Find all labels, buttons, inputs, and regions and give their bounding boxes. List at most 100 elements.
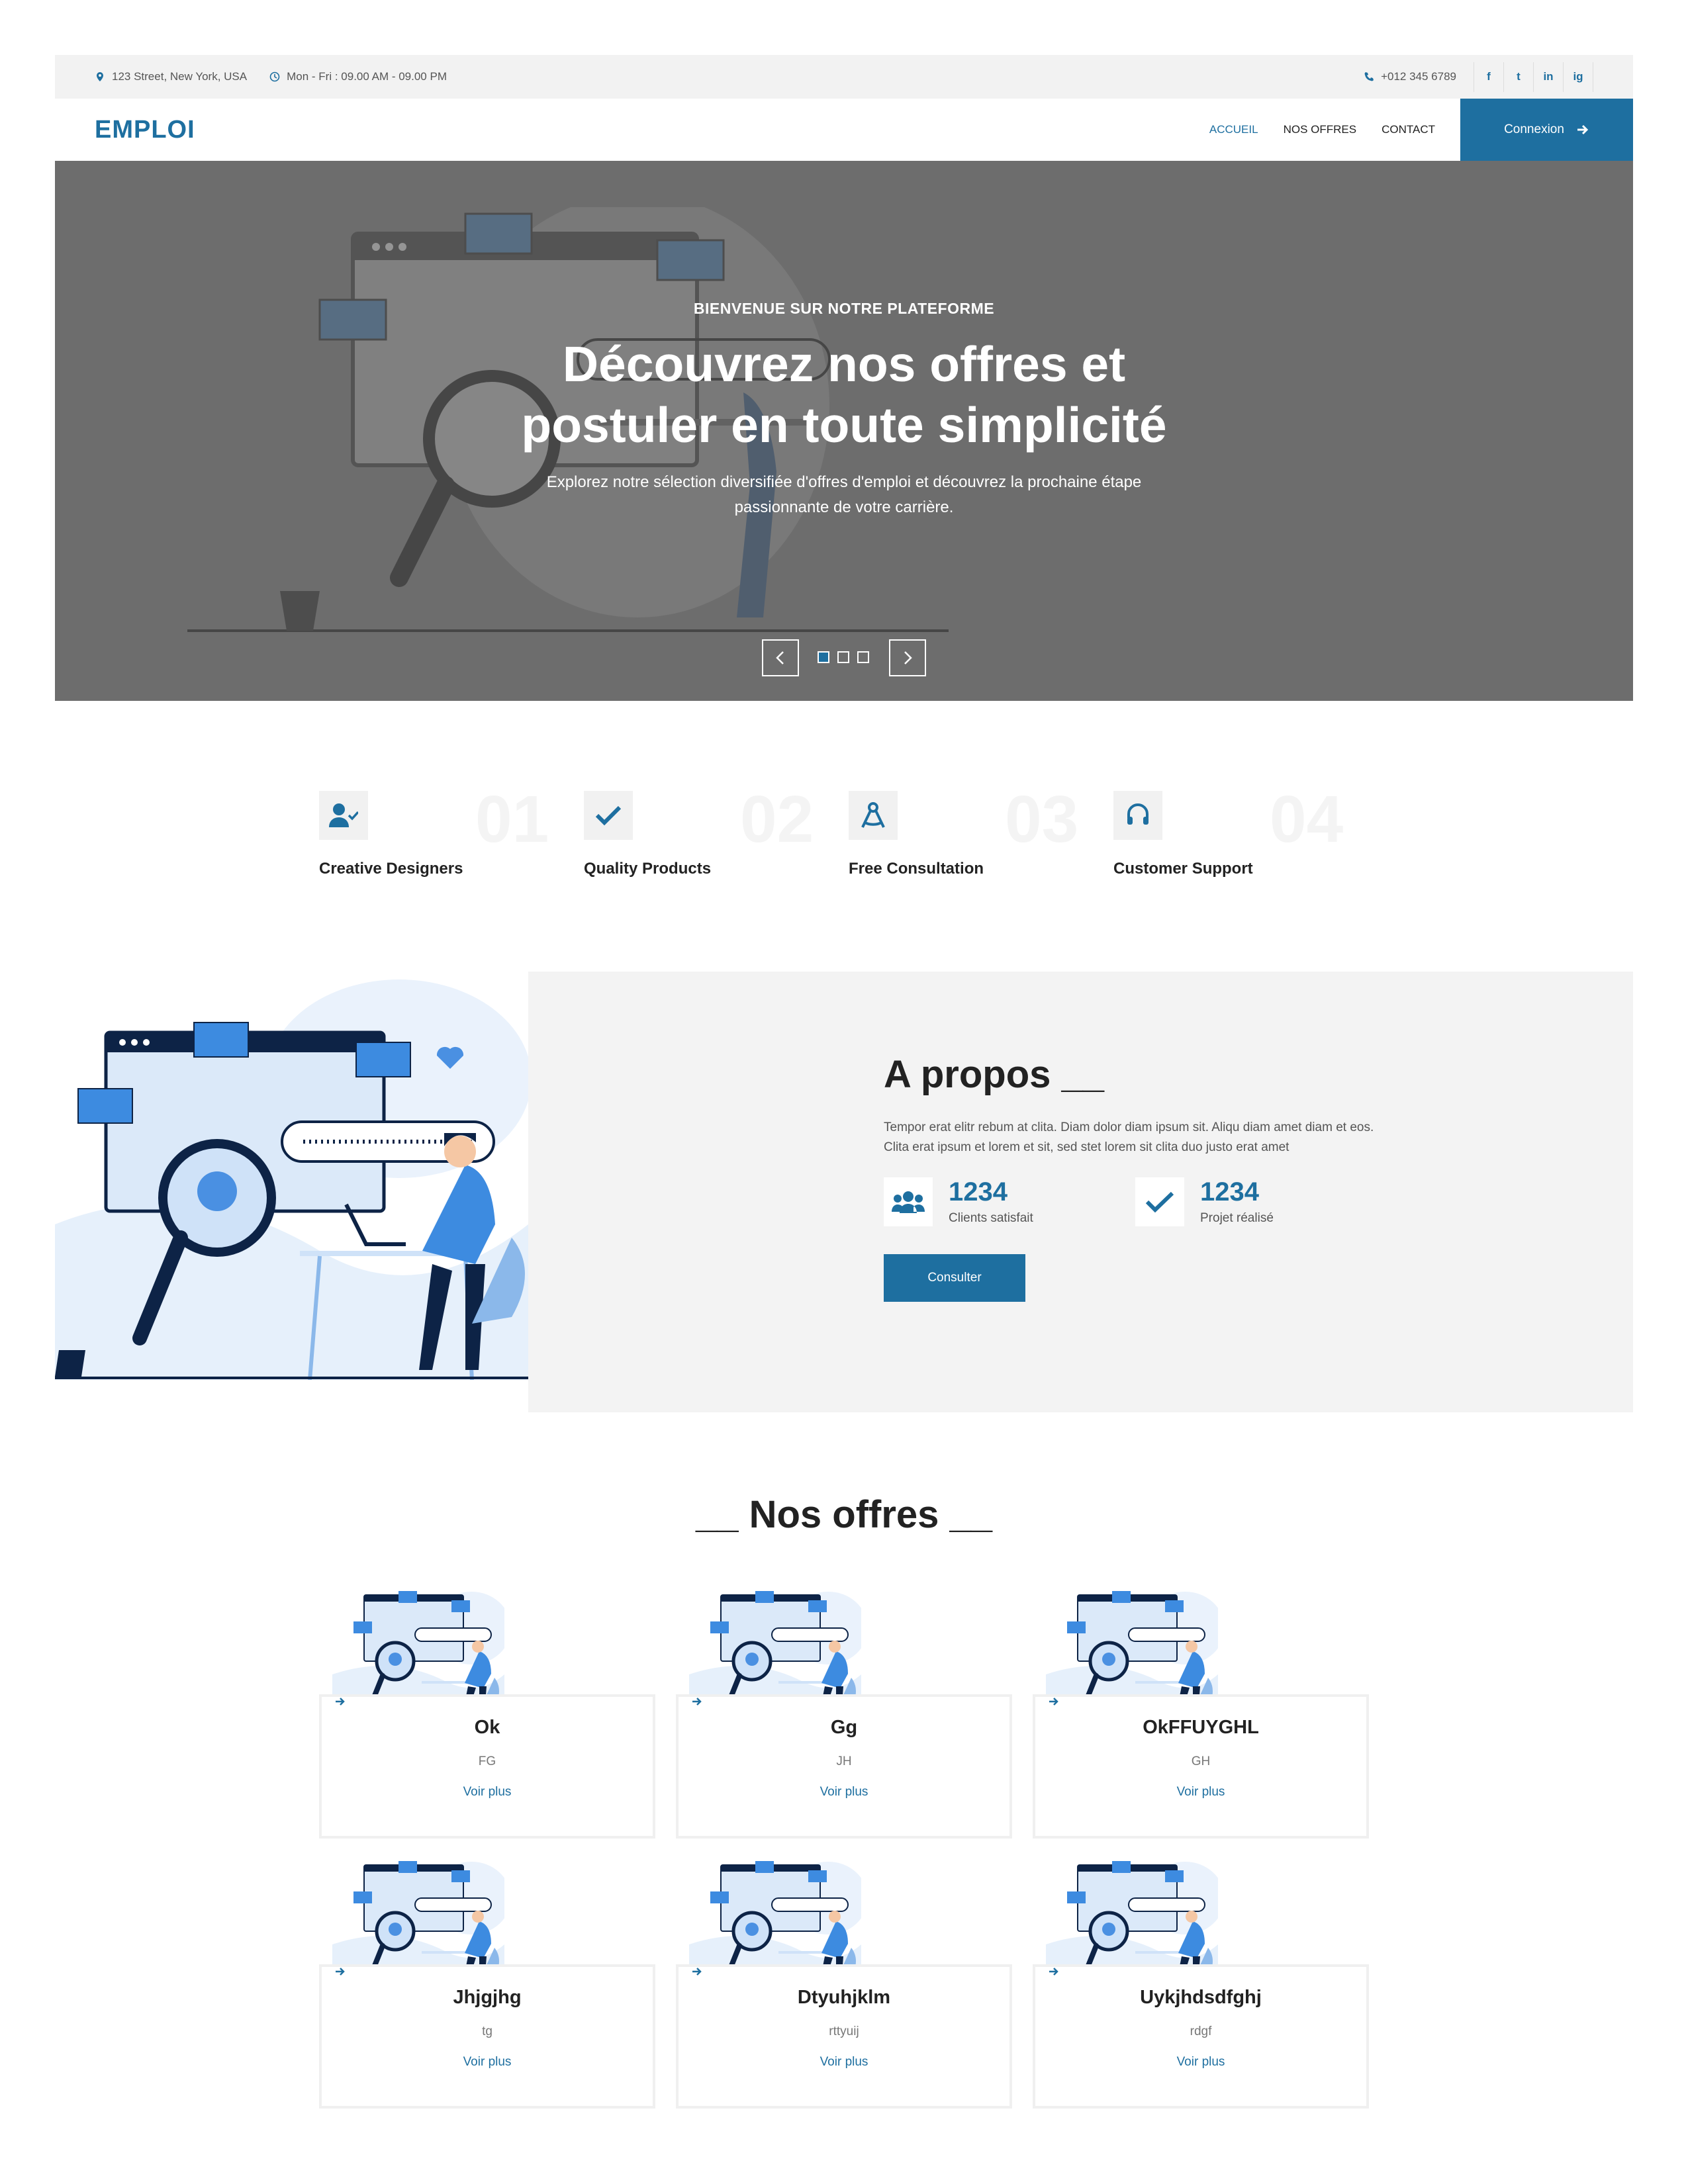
carousel-prev-button[interactable] — [762, 639, 799, 676]
feature-label: Quality Products — [584, 860, 712, 878]
feature-free-consultation: 03 Free Consultation — [849, 782, 1113, 890]
offers-title: __ Nos offres __ — [695, 1493, 993, 1536]
user-check-icon — [329, 803, 358, 827]
main-menu: ACCUEIL NOS OFFRES CONTACT — [1209, 123, 1435, 136]
offer-card-body: Gg JH Voir plus — [676, 1694, 1012, 1839]
arrow-right-icon — [1049, 1968, 1058, 1976]
offer-more-link[interactable]: Voir plus — [1035, 1698, 1366, 1799]
stat-caption: Projet réalisé — [1200, 1211, 1274, 1225]
offer-title: Ok — [474, 1717, 500, 1738]
arrow-right-icon — [692, 1698, 702, 1706]
offer-title: Dtyuhjklm — [797, 1987, 891, 2008]
facebook-icon[interactable]: f — [1474, 62, 1504, 92]
offer-card[interactable]: OkFFUYGHL GH Voir plus — [1033, 1582, 1369, 1839]
login-label: Connexion — [1504, 122, 1564, 136]
offer-card[interactable]: Uykjhdsdfghj rdgf Voir plus — [1033, 1852, 1369, 2109]
map-marker-icon — [97, 72, 103, 81]
more-label: Voir plus — [1176, 1785, 1225, 1799]
offer-card[interactable]: Dtyuhjklm rttyuij Voir plus — [676, 1852, 1012, 2109]
carousel-indicators — [818, 651, 869, 663]
offer-card[interactable]: Jhjgjhg tg Voir plus — [319, 1852, 655, 2109]
carousel-dot-1[interactable] — [818, 651, 829, 663]
nav-item-accueil[interactable]: ACCUEIL — [1209, 123, 1258, 136]
hero-title: Découvrez nos offres et postuler en tout… — [55, 334, 1633, 455]
about-section: A propos __ Tempor erat elitr rebum at c… — [884, 1052, 1387, 1302]
consult-button[interactable]: Consulter — [884, 1254, 1025, 1302]
drafting-compass-icon — [861, 802, 885, 828]
feature-quality-products: 02 Quality Products — [584, 782, 849, 890]
offer-subtitle: GH — [1191, 1754, 1211, 1768]
offer-title: Uykjhdsdfghj — [1140, 1987, 1262, 2008]
offer-card-body: Uykjhdsdfghj rdgf Voir plus — [1033, 1964, 1369, 2109]
hero-subtitle: Explorez notre sélection diversifiée d'o… — [546, 473, 1142, 516]
about-text: Tempor erat elitr rebum at clita. Diam d… — [884, 1120, 1374, 1154]
opening-hours: Mon - Fri : 09.00 AM - 09.00 PM — [269, 70, 447, 83]
stat-clients: 1234 Clients satisfait — [884, 1177, 1135, 1226]
offer-more-link[interactable]: Voir plus — [322, 1698, 653, 1799]
offer-title: Jhjgjhg — [453, 1987, 522, 2008]
offer-title: Gg — [830, 1717, 858, 1738]
phone-icon — [1364, 72, 1374, 81]
offer-card-body: OkFFUYGHL GH Voir plus — [1033, 1694, 1369, 1839]
feature-icon-box — [849, 791, 898, 840]
offer-card-body: Jhjgjhg tg Voir plus — [319, 1964, 655, 2109]
about-title: A propos __ — [884, 1053, 1105, 1096]
check-icon — [1145, 1191, 1174, 1213]
arrow-right-icon — [1577, 124, 1589, 135]
feature-customer-support: 04 Customer Support — [1113, 782, 1378, 890]
phone-text: +012 345 6789 — [1381, 70, 1456, 83]
carousel-dot-2[interactable] — [837, 651, 849, 663]
offer-subtitle: tg — [482, 2025, 492, 2038]
nav-item-contact[interactable]: CONTACT — [1382, 123, 1435, 136]
chevron-left-icon — [776, 651, 784, 664]
feature-icon-box — [319, 791, 368, 840]
feature-label: Creative Designers — [319, 860, 463, 878]
stat-value: 1234 — [1200, 1177, 1259, 1206]
twitter-icon[interactable]: t — [1504, 62, 1534, 92]
hours-text: Mon - Fri : 09.00 AM - 09.00 PM — [287, 70, 447, 83]
arrow-right-icon — [1049, 1698, 1058, 1706]
offer-more-link[interactable]: Voir plus — [322, 1968, 653, 2070]
offer-more-link[interactable]: Voir plus — [1035, 1968, 1366, 2070]
feature-number: 04 — [1270, 782, 1344, 856]
feature-icon-box — [1113, 791, 1162, 840]
carousel-dot-3[interactable] — [857, 651, 869, 663]
feature-number: 01 — [475, 782, 549, 856]
stat-projects: 1234 Projet réalisé — [1135, 1177, 1387, 1226]
login-button[interactable]: Connexion — [1460, 99, 1633, 161]
offer-card[interactable]: Ok FG Voir plus — [319, 1582, 655, 1839]
offer-card-body: Ok FG Voir plus — [319, 1694, 655, 1839]
offer-subtitle: FG — [478, 1754, 496, 1768]
arrow-right-icon — [336, 1968, 345, 1976]
social-links: f t in ig — [1474, 62, 1593, 92]
users-icon — [892, 1191, 925, 1213]
about-stats: 1234 Clients satisfait 1234 Projet réali… — [884, 1177, 1387, 1226]
more-label: Voir plus — [463, 2055, 512, 2069]
hero-title-line1: Découvrez nos offres et — [562, 336, 1126, 392]
feature-label: Free Consultation — [849, 860, 984, 878]
more-label: Voir plus — [820, 2055, 868, 2069]
instagram-icon[interactable]: ig — [1564, 62, 1593, 92]
carousel-next-button[interactable] — [889, 639, 926, 676]
more-label: Voir plus — [463, 1785, 512, 1799]
offer-more-link[interactable]: Voir plus — [679, 1968, 1009, 2070]
linkedin-icon[interactable]: in — [1534, 62, 1564, 92]
hero-text: BIENVENUE SUR NOTRE PLATEFORME Découvrez… — [55, 300, 1633, 520]
logo[interactable]: EMPLOI — [95, 116, 195, 144]
offer-title: OkFFUYGHL — [1143, 1717, 1259, 1738]
more-label: Voir plus — [1176, 2055, 1225, 2069]
stat-caption: Clients satisfait — [949, 1211, 1033, 1225]
offer-subtitle: JH — [836, 1754, 852, 1768]
offers-grid: Ok FG Voir plus Gg JH Voir plus OkFFUYGH… — [319, 1582, 1369, 2109]
check-icon — [595, 805, 622, 826]
offer-card[interactable]: Gg JH Voir plus — [676, 1582, 1012, 1839]
stat-icon-box — [1135, 1177, 1184, 1226]
hero-title-line2: postuler en toute simplicité — [521, 397, 1167, 453]
offer-more-link[interactable]: Voir plus — [679, 1698, 1009, 1799]
about-illustration — [55, 979, 528, 1380]
nav-item-nos-offres[interactable]: NOS OFFRES — [1284, 123, 1357, 136]
offer-card-body: Dtyuhjklm rttyuij Voir plus — [676, 1964, 1012, 2109]
hero-kicker: BIENVENUE SUR NOTRE PLATEFORME — [693, 300, 995, 317]
feature-number: 02 — [740, 782, 814, 856]
clock-icon — [269, 71, 280, 82]
